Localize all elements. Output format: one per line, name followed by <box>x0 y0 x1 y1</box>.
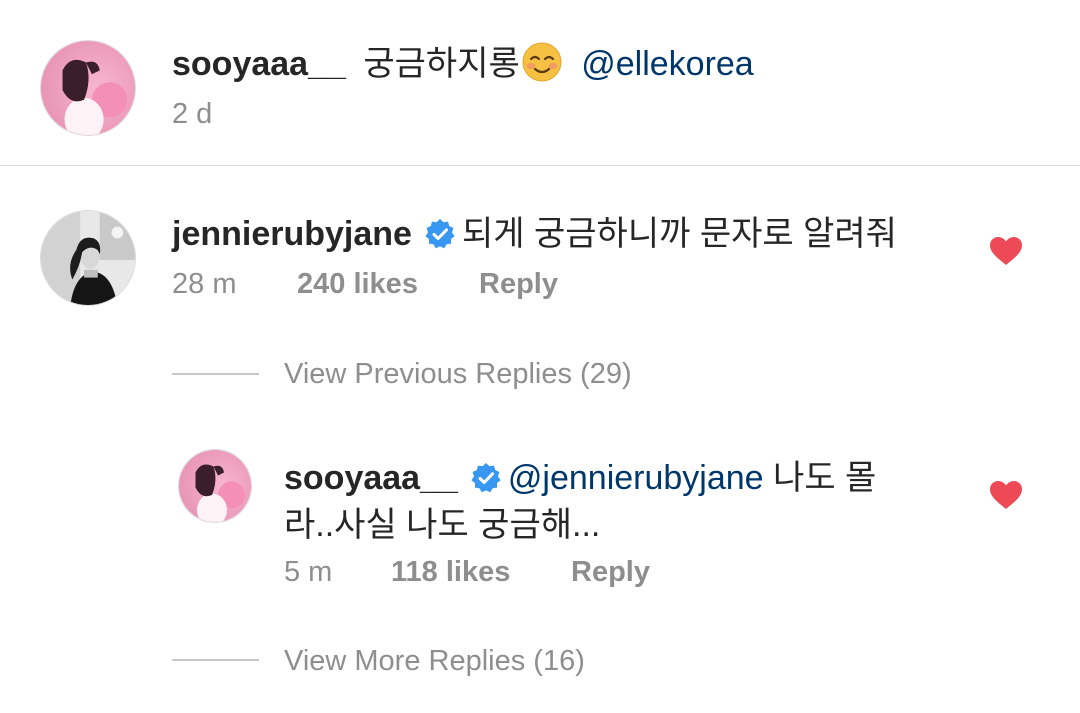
smiling-face-emoji-icon <box>522 42 562 82</box>
comment-avatar[interactable] <box>40 210 136 306</box>
caption-username[interactable]: sooyaaa__ <box>172 45 346 83</box>
reply-like-heart-icon[interactable] <box>989 480 1023 510</box>
reply-line-1: sooyaaa__ @jennierubyjane 나도 몰 <box>284 450 876 499</box>
comment-username[interactable]: jennierubyjane <box>172 215 412 253</box>
divider <box>0 165 1080 166</box>
caption-avatar[interactable] <box>40 40 136 136</box>
reply-text-line2: 라..사실 나도 궁금해... <box>284 506 601 544</box>
reply-username[interactable]: sooyaaa__ <box>284 459 458 497</box>
caption-time: 2 d <box>172 98 213 130</box>
comment-line: jennierubyjane 되게 궁금하니까 문자로 알려줘 <box>172 206 897 255</box>
caption-line: sooyaaa__ 궁금하지롱 @ellekorea <box>172 36 754 85</box>
reply-time: 5 m <box>284 556 333 588</box>
caption-mention[interactable]: @ellekorea <box>581 45 754 83</box>
comment-likes[interactable]: 240 likes <box>297 268 418 301</box>
verified-badge-icon <box>471 463 501 493</box>
reply-mention[interactable]: @jennierubyjane <box>508 459 764 497</box>
reply-text-line1: 나도 몰 <box>773 459 877 497</box>
caption-text: 궁금하지롱 <box>363 45 520 83</box>
reply-avatar[interactable] <box>178 449 252 523</box>
reply-likes[interactable]: 118 likes <box>391 556 510 589</box>
comment-like-heart-icon[interactable] <box>989 236 1023 266</box>
view-previous-replies-button[interactable]: View Previous Replies (29) <box>284 358 632 391</box>
comment-text: 되게 궁금하니까 문자로 알려줘 <box>461 215 897 253</box>
view-more-line <box>172 659 259 661</box>
comment-time: 28 m <box>172 268 237 300</box>
verified-badge-icon <box>425 219 455 249</box>
view-previous-line <box>172 373 259 375</box>
view-more-replies-button[interactable]: View More Replies (16) <box>284 645 585 678</box>
reply-reply-button[interactable]: Reply <box>571 556 650 589</box>
comment-reply-button[interactable]: Reply <box>479 268 558 301</box>
comments-screen: sooyaaa__ 궁금하지롱 @ellekorea 2 d jennierub… <box>0 0 1080 713</box>
